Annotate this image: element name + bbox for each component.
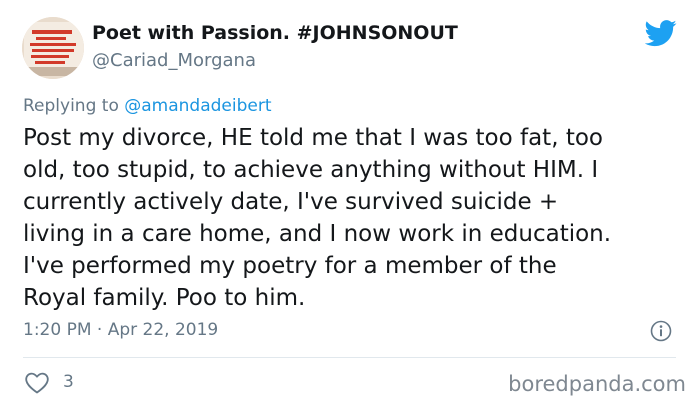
user-handle[interactable]: @Cariad_Morgana [92,50,256,71]
tweet-text-line: old, too stupid, to achieve anything wit… [23,157,599,183]
replying-to: Replying to @amandadeibert [23,96,272,116]
tweet-text-line: currently actively date, I've survived s… [23,189,559,215]
tweet-text-line: living in a care home, and I now work in… [23,221,612,247]
tweet-text-line: Post my divorce, HE told me that I was t… [23,125,603,151]
avatar[interactable] [22,17,84,79]
tweet-timestamp[interactable]: 1:20 PM · Apr 22, 2019 [23,320,218,340]
replying-to-label: Replying to [23,96,119,116]
tweet-text-line: Royal family. Poo to him. [23,285,306,311]
like-count[interactable]: 3 [63,372,74,392]
mention-link[interactable]: @amandadeibert [124,96,271,116]
twitter-bird-icon[interactable] [645,20,677,47]
avatar-image [22,17,84,79]
tweet-text-line: I've performed my poetry for a member of… [23,253,557,279]
display-name[interactable]: Poet with Passion. #JOHNSONOUT [92,22,458,44]
tweet-text: Post my divorce, HE told me that I was t… [23,122,688,314]
heart-icon[interactable] [24,371,50,395]
divider [23,357,676,358]
info-icon[interactable] [650,320,672,342]
watermark: boredpanda.com [508,372,686,396]
